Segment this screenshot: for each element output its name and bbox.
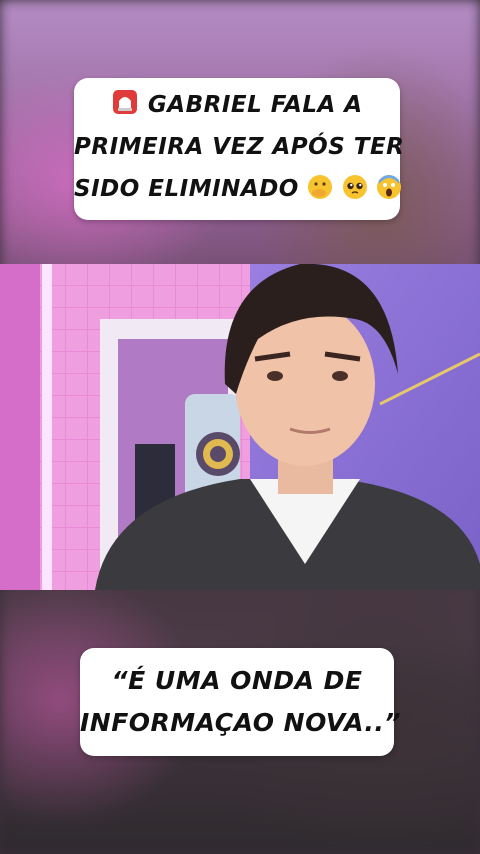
siren-icon [113,90,138,114]
top-caption-box: GABRIEL FALA A PRIMEIRA VEZ APÓS TER SID… [74,78,405,220]
bottom-caption-line-2: INFORMAÇAO NOVA..” [80,708,401,737]
pleading-face-icon [342,175,367,199]
top-caption-line-3: SIDO ELIMINADO [74,176,299,202]
top-caption-line-2: PRIMEIRA VEZ APÓS TER [74,134,405,160]
video-still-illustration [0,264,480,590]
video-frame[interactable] [0,264,480,590]
top-caption-line-1: GABRIEL FALA A [147,92,363,118]
bottom-caption-box: “É UMA ONDA DE INFORMAÇAO NOVA..” [80,648,401,756]
screaming-face-icon [377,175,402,199]
hand-over-mouth-icon [308,175,333,199]
bottom-caption-line-1: “É UMA ONDA DE [111,666,363,695]
